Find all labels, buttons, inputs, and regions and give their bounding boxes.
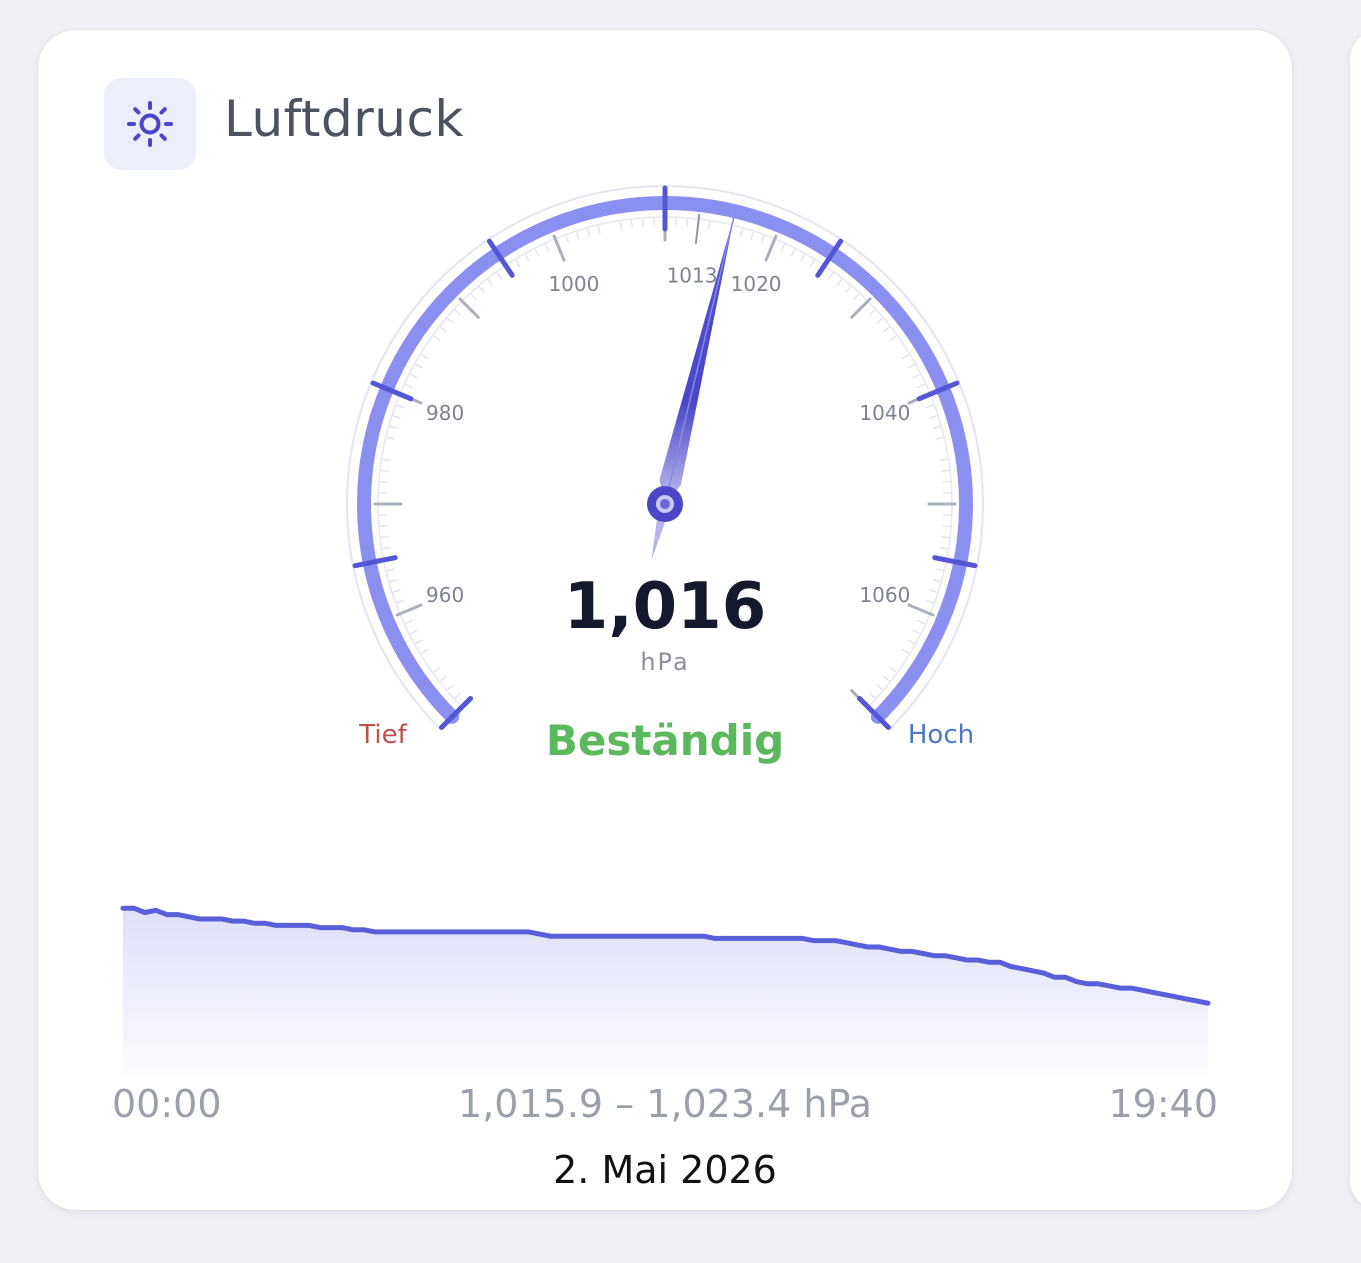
history-area [123,908,1208,1076]
history-start-time: 00:00 [112,1082,222,1126]
pressure-history-chart [120,905,1211,1076]
history-date: 2. Mai 2026 [553,1148,777,1192]
next-card-edge [1350,30,1361,1210]
pressure-card: Luftdruck 960 980 1000 1013 1020 1040 1060 1,0… [38,30,1292,1210]
history-range: 1,015.9 – 1,023.4 hPa [458,1082,872,1126]
history-end-time: 19:40 [1108,1082,1218,1126]
